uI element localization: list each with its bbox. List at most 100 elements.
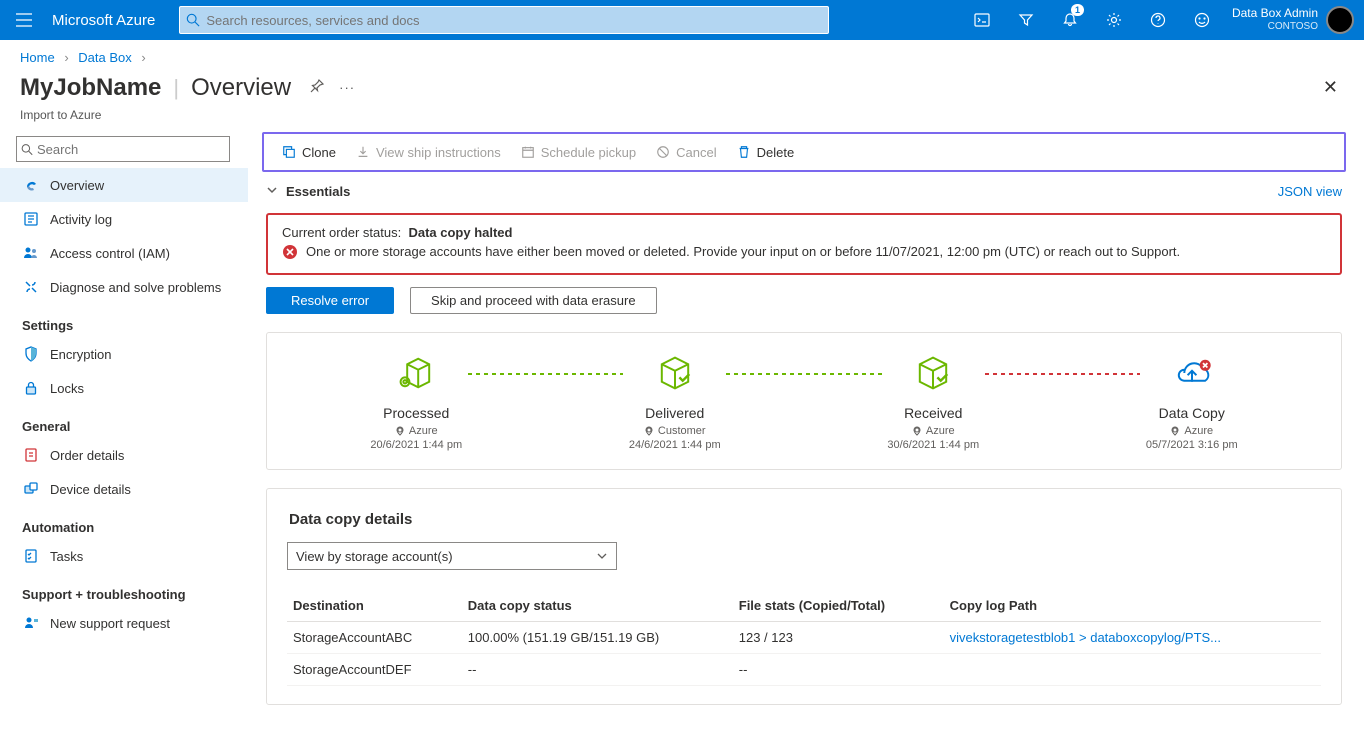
tasks-icon — [22, 547, 40, 565]
essentials-header[interactable]: Essentials JSON view — [262, 178, 1346, 205]
col-status[interactable]: Data copy status — [462, 590, 733, 622]
sidebar-item-label: Device details — [50, 482, 131, 497]
resolve-error-button[interactable]: Resolve error — [266, 287, 394, 314]
clone-button[interactable]: Clone — [272, 141, 346, 164]
global-search-input[interactable] — [206, 13, 822, 28]
cancel-button: Cancel — [646, 141, 726, 164]
error-icon — [282, 244, 298, 263]
sidebar-item-label: Diagnose and solve problems — [50, 280, 221, 295]
pin-button[interactable] — [309, 78, 325, 97]
sidebar-item-overview[interactable]: Overview — [0, 168, 248, 202]
essentials-label: Essentials — [286, 184, 350, 199]
order-details-icon — [22, 446, 40, 464]
status-alert: Current order status: Data copy halted O… — [266, 213, 1342, 275]
avatar[interactable] — [1326, 6, 1354, 34]
global-search[interactable] — [179, 6, 829, 34]
data-copy-icon — [1170, 351, 1214, 395]
timeline-delivered: Delivered Customer 24/6/2021 1:44 pm — [546, 351, 805, 451]
brand[interactable]: Microsoft Azure — [48, 12, 167, 29]
page-section: Overview — [191, 74, 291, 102]
delete-button[interactable]: Delete — [727, 141, 805, 164]
search-icon — [186, 13, 200, 27]
chevron-right-icon: › — [135, 50, 151, 65]
location-icon — [395, 426, 405, 436]
breadcrumb-home[interactable]: Home — [20, 50, 55, 65]
status-label: Current order status: — [282, 225, 401, 240]
sidebar-heading-automation: Automation — [22, 520, 248, 535]
clone-icon — [282, 145, 296, 159]
chevron-down-icon[interactable] — [266, 184, 278, 199]
sidebar-item-label: Access control (IAM) — [50, 246, 170, 261]
sidebar-item-diagnose[interactable]: Diagnose and solve problems — [16, 270, 248, 304]
download-icon — [356, 145, 370, 159]
action-row: Resolve error Skip and proceed with data… — [266, 287, 1342, 314]
hamburger-icon — [16, 13, 32, 27]
breadcrumb-databox[interactable]: Data Box — [78, 50, 131, 65]
cloud-shell-icon — [974, 12, 990, 28]
directories-button[interactable] — [1004, 0, 1048, 40]
table-row: StorageAccountABC 100.00% (151.19 GB/151… — [287, 622, 1321, 654]
tenant-name: CONTOSO — [1232, 20, 1318, 34]
gear-icon — [1106, 12, 1122, 28]
pin-icon — [309, 78, 325, 94]
sidebar-item-access-control[interactable]: Access control (IAM) — [16, 236, 248, 270]
cloud-shell-button[interactable] — [960, 0, 1004, 40]
location-icon — [912, 426, 922, 436]
sidebar-item-tasks[interactable]: Tasks — [16, 539, 248, 573]
device-details-icon — [22, 480, 40, 498]
sidebar-item-activity-log[interactable]: Activity log — [16, 202, 248, 236]
access-control-icon — [22, 244, 40, 262]
sidebar-item-encryption[interactable]: Encryption — [16, 337, 248, 371]
skip-erasure-button[interactable]: Skip and proceed with data erasure — [410, 287, 657, 314]
sidebar-item-device-details[interactable]: Device details — [16, 472, 248, 506]
main-content: Clone View ship instructions Schedule pi… — [248, 132, 1364, 747]
col-stats[interactable]: File stats (Copied/Total) — [733, 590, 944, 622]
delete-icon — [737, 145, 751, 159]
hamburger-menu[interactable] — [0, 0, 48, 40]
sidebar-item-order-details[interactable]: Order details — [16, 438, 248, 472]
data-copy-table: Destination Data copy status File stats … — [287, 590, 1321, 686]
sidebar-search-input[interactable] — [37, 142, 225, 157]
lock-icon — [22, 379, 40, 397]
json-view-link[interactable]: JSON view — [1278, 184, 1342, 199]
notifications-button[interactable]: 1 — [1048, 0, 1092, 40]
sidebar-search[interactable] — [16, 136, 230, 162]
notification-badge: 1 — [1071, 4, 1084, 16]
status-message: One or more storage accounts have either… — [306, 244, 1180, 259]
activity-log-icon — [22, 210, 40, 228]
sidebar-heading-settings: Settings — [22, 318, 248, 333]
sidebar-item-locks[interactable]: Locks — [16, 371, 248, 405]
settings-button[interactable] — [1092, 0, 1136, 40]
sidebar-heading-support: Support + troubleshooting — [22, 587, 248, 602]
diagnose-icon — [22, 278, 40, 296]
help-button[interactable] — [1136, 0, 1180, 40]
status-value: Data copy halted — [408, 225, 512, 240]
timeline-card: Processed Azure 20/6/2021 1:44 pm Delive… — [266, 332, 1342, 470]
view-by-dropdown[interactable]: View by storage account(s) — [287, 542, 617, 570]
chevron-right-icon: › — [58, 50, 74, 65]
sidebar-item-support-request[interactable]: New support request — [16, 606, 248, 640]
copy-log-link[interactable]: vivekstoragetestblob1 > databoxcopylog/P… — [944, 622, 1321, 654]
account-info[interactable]: Data Box Admin CONTOSO — [1224, 6, 1326, 34]
col-destination[interactable]: Destination — [287, 590, 462, 622]
col-log[interactable]: Copy log Path — [944, 590, 1321, 622]
support-icon — [22, 614, 40, 632]
delivered-icon — [653, 351, 697, 395]
help-icon — [1150, 12, 1166, 28]
encryption-icon — [22, 345, 40, 363]
feedback-icon — [1194, 12, 1210, 28]
more-button[interactable]: ··· — [339, 80, 355, 95]
timeline-data-copy: Data Copy Azure 05/7/2021 3:16 pm — [1063, 351, 1322, 451]
copy-log-link[interactable] — [944, 654, 1321, 686]
sidebar-item-label: Encryption — [50, 347, 111, 362]
sidebar-heading-general: General — [22, 419, 248, 434]
sidebar-item-label: Activity log — [50, 212, 112, 227]
feedback-button[interactable] — [1180, 0, 1224, 40]
data-copy-title: Data copy details — [289, 511, 1321, 528]
chevron-down-icon — [596, 550, 608, 562]
command-bar: Clone View ship instructions Schedule pi… — [262, 132, 1346, 172]
view-ship-button: View ship instructions — [346, 141, 511, 164]
close-button[interactable]: ✕ — [1317, 71, 1344, 104]
timeline-received: Received Azure 30/6/2021 1:44 pm — [804, 351, 1063, 451]
sidebar: « Overview Activity log Access control (… — [0, 132, 248, 747]
